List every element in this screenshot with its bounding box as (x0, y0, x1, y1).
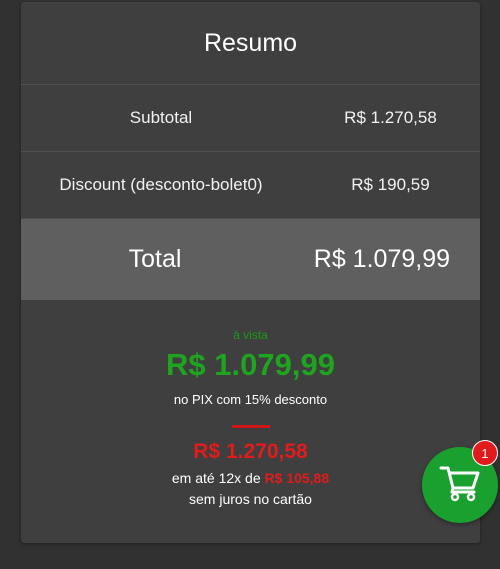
order-summary-card: Resumo Subtotal R$ 1.270,58 Discount (de… (21, 2, 480, 543)
total-value: R$ 1.079,99 (313, 245, 450, 273)
installments-line: em até 12x de R$ 105,88 (21, 470, 480, 486)
subtotal-row: Subtotal R$ 1.270,58 (21, 85, 480, 152)
pix-price: R$ 1.079,99 (166, 347, 335, 382)
subtotal-label: Subtotal (129, 108, 193, 127)
pix-caption: à vista (233, 328, 268, 342)
summary-title: Resumo (21, 2, 480, 85)
no-interest-note: sem juros no cartão (189, 491, 312, 507)
cart-icon (439, 464, 481, 507)
installment-value: R$ 105,88 (264, 470, 330, 486)
discount-label: Discount (desconto-bolet0) (59, 175, 263, 194)
subtotal-value: R$ 1.270,58 (344, 108, 437, 127)
discount-row: Discount (desconto-bolet0) R$ 190,59 (21, 152, 480, 219)
cart-count-badge: 1 (472, 440, 498, 466)
discount-value: R$ 190,59 (351, 175, 430, 194)
total-row: Total R$ 1.079,99 (21, 219, 480, 300)
payment-options: à vista R$ 1.079,99 no PIX com 15% desco… (21, 300, 480, 507)
card-price: R$ 1.270,58 (193, 440, 308, 463)
payment-divider (231, 425, 270, 428)
installments-prefix: em até 12x de (171, 470, 261, 486)
total-label: Total (128, 245, 182, 273)
pix-note: no PIX com 15% desconto (173, 392, 328, 407)
